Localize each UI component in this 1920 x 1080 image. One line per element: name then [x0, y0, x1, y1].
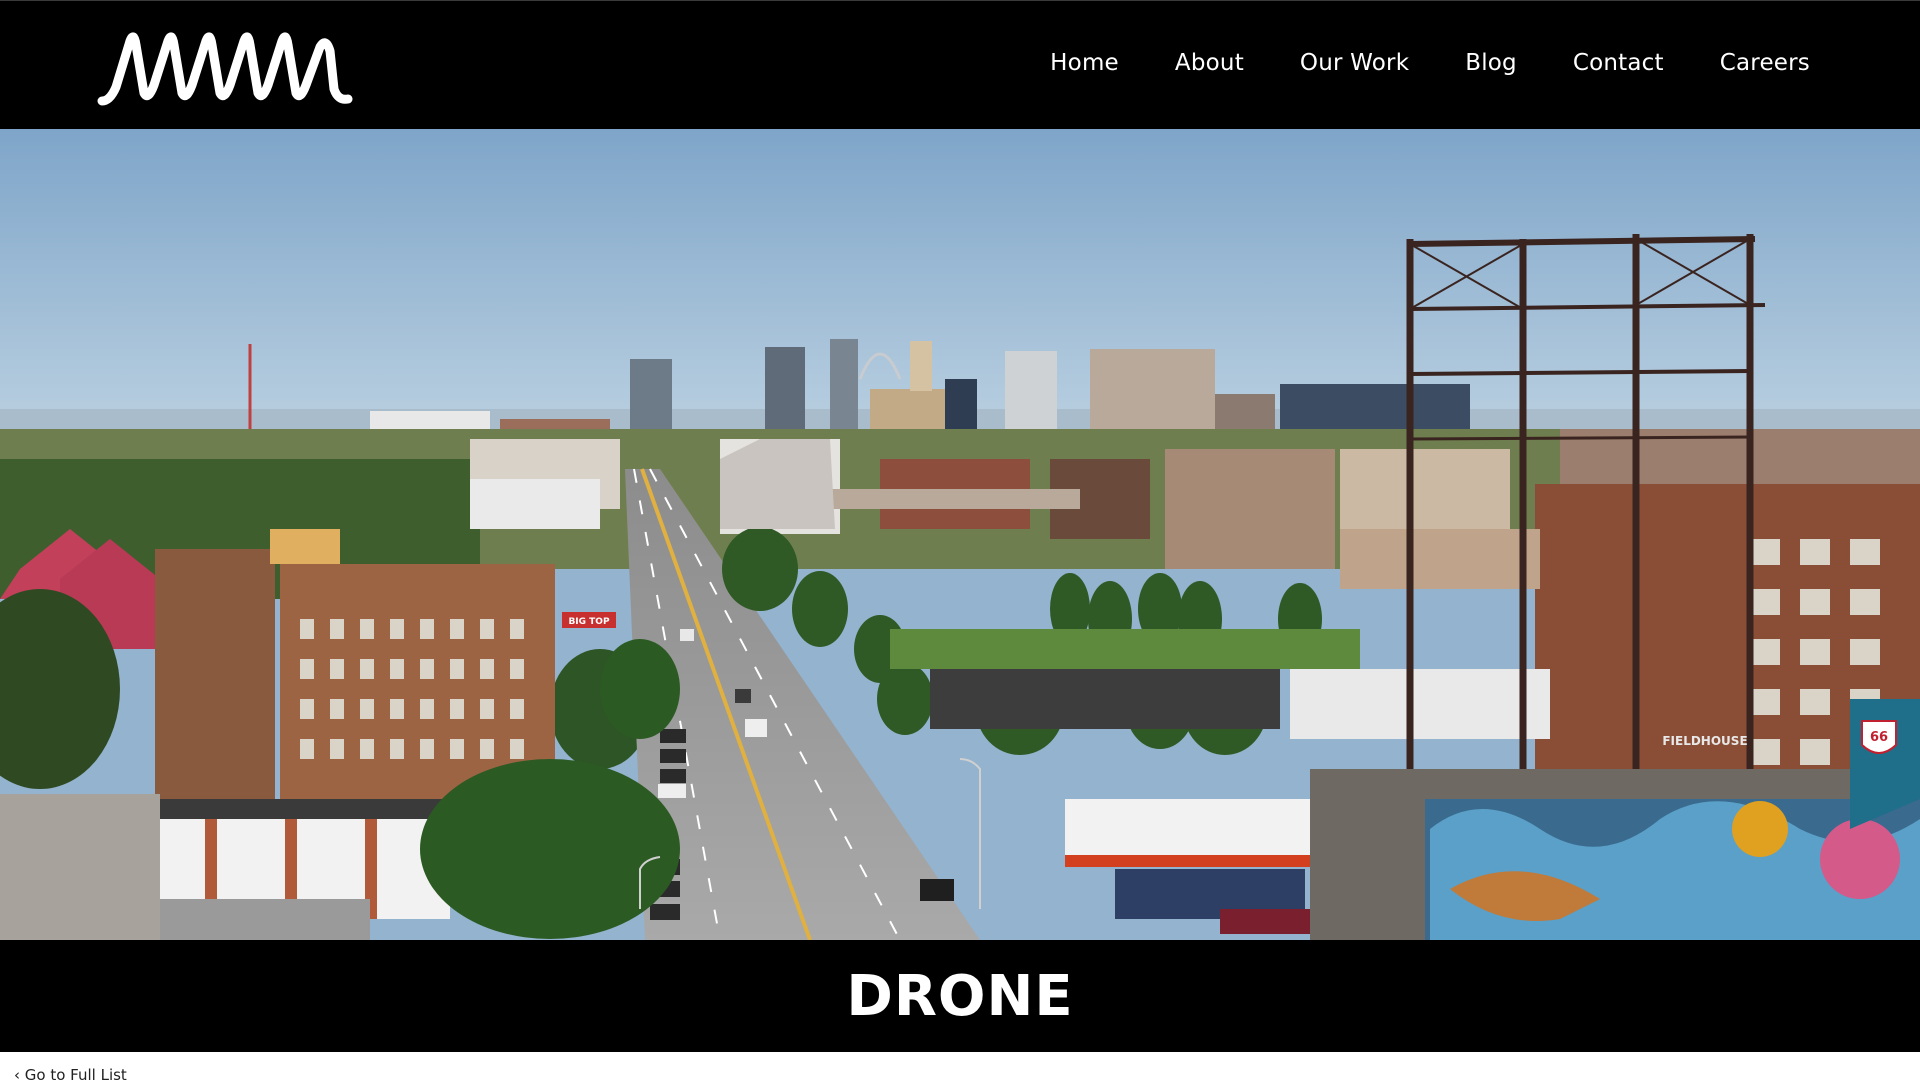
- big-top-sign-text: BIG TOP: [568, 617, 610, 627]
- bottom-strip: [0, 1052, 1920, 1080]
- city-aerial-image: BIG TOP FIELDHOUSE 66: [0, 129, 1920, 940]
- back-link-label: Go to Full List: [24, 1066, 127, 1080]
- back-to-full-list-link[interactable]: ‹ Go to Full List: [14, 1066, 127, 1080]
- fieldhouse-sign: FIELDHOUSE: [1662, 734, 1747, 748]
- nav-about[interactable]: About: [1175, 48, 1244, 78]
- nav-our-work[interactable]: Our Work: [1300, 48, 1409, 78]
- page-title-band: DRONE: [0, 940, 1920, 1052]
- main-nav: Home About Our Work Blog Contact Careers: [994, 48, 1810, 78]
- nav-careers[interactable]: Careers: [1720, 48, 1810, 78]
- site-header: Home About Our Work Blog Contact Careers: [0, 0, 1920, 129]
- logo-icon[interactable]: [96, 23, 354, 111]
- nav-contact[interactable]: Contact: [1573, 48, 1664, 78]
- nav-home[interactable]: Home: [1050, 48, 1119, 78]
- page-title: DRONE: [846, 963, 1074, 1029]
- hero-image: BIG TOP FIELDHOUSE 66: [0, 129, 1920, 940]
- page: Home About Our Work Blog Contact Careers: [0, 0, 1920, 1080]
- route-66-badge: 66: [1870, 730, 1888, 745]
- chevron-left-icon: ‹: [14, 1066, 20, 1080]
- nav-blog[interactable]: Blog: [1465, 48, 1517, 78]
